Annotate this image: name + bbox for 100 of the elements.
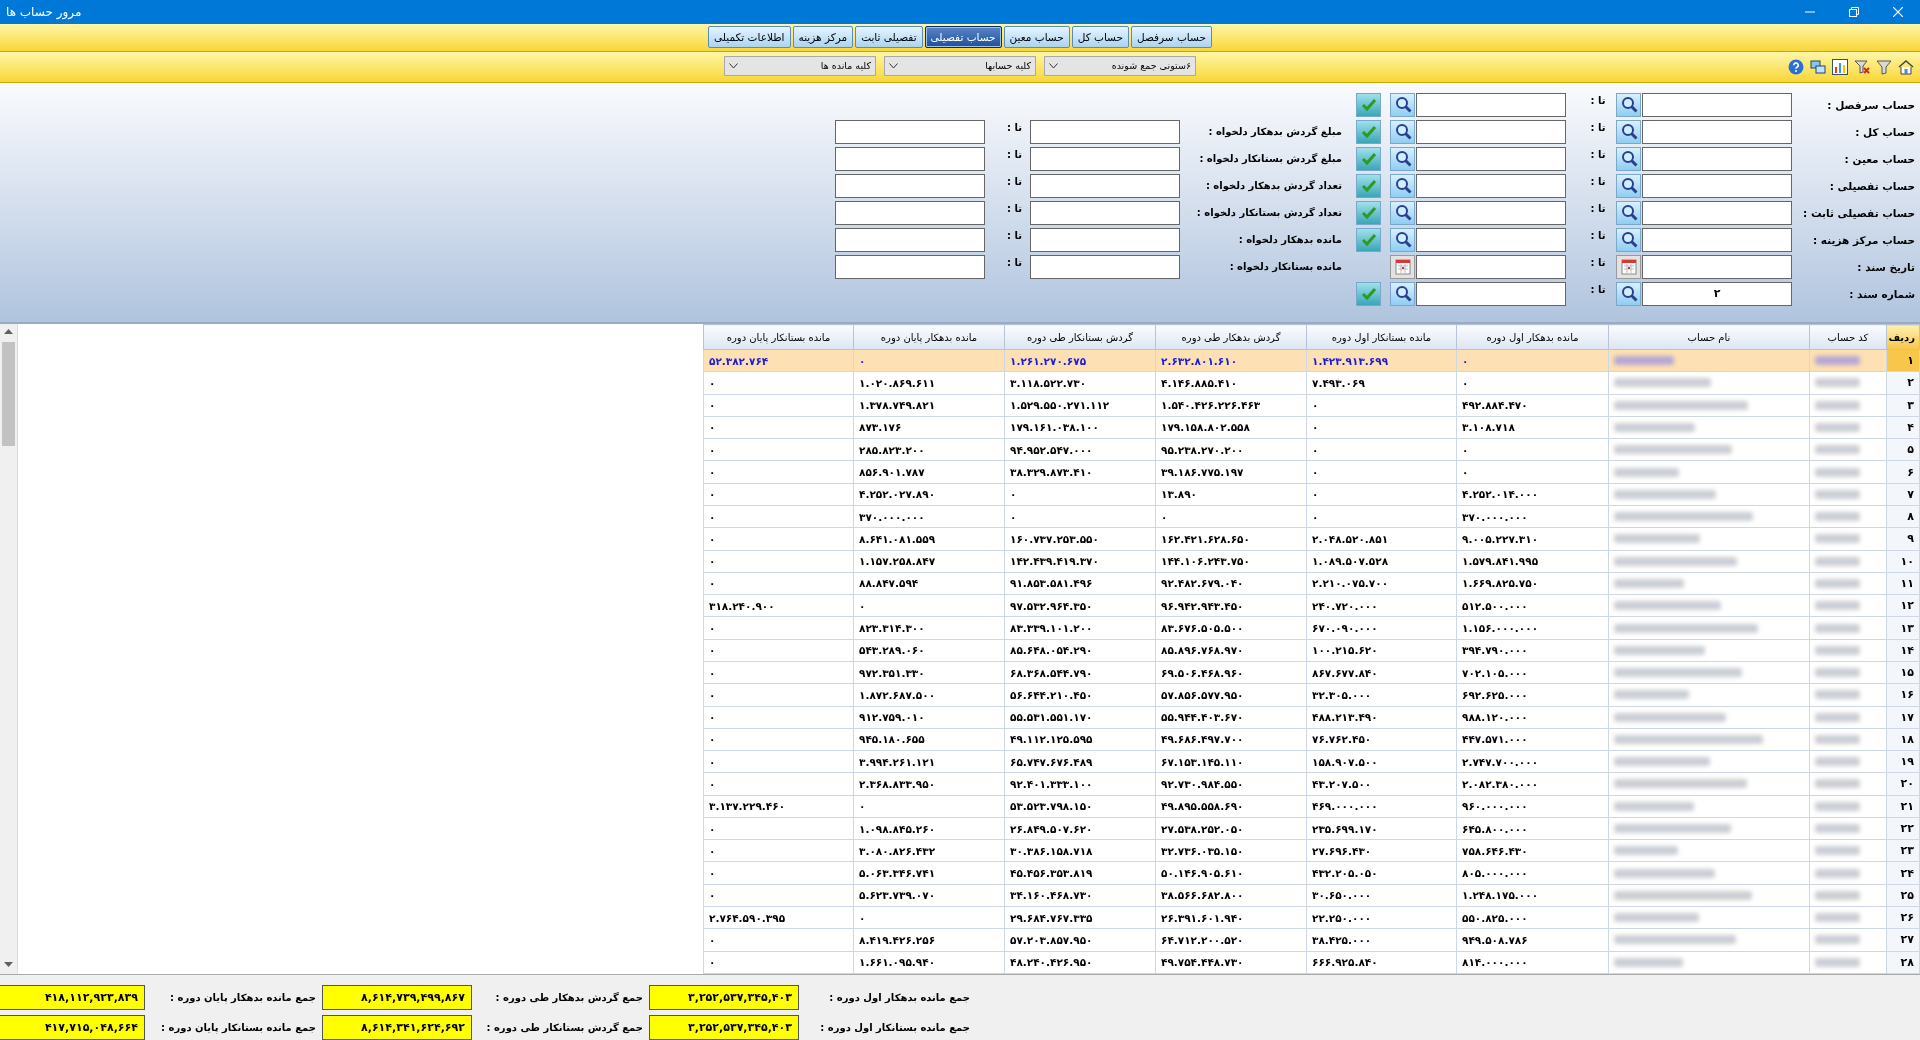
confirm-button[interactable] (1356, 92, 1381, 117)
input-field[interactable] (1642, 92, 1792, 117)
tab[interactable]: مرکز هزینه (792, 26, 854, 49)
confirm-button[interactable] (1356, 173, 1381, 198)
input-field[interactable] (1642, 146, 1792, 171)
row-number[interactable]: ۲۸ (1886, 951, 1920, 974)
input-field[interactable] (1416, 119, 1566, 144)
input-field[interactable] (1030, 200, 1180, 225)
row-number[interactable]: ۲۶ (1886, 906, 1920, 929)
row-number[interactable]: ۱۰ (1886, 550, 1920, 573)
confirm-button[interactable] (1356, 200, 1381, 225)
column-header[interactable]: گردش بستانکار طی دوره (1004, 324, 1156, 350)
dropdown[interactable]: کلیه حسابها (884, 55, 1036, 76)
input-field[interactable] (835, 146, 985, 171)
filter-icon[interactable] (1876, 58, 1892, 75)
home-icon[interactable] (1898, 58, 1914, 75)
row-number[interactable]: ۳ (1886, 394, 1920, 417)
filter-clear-icon[interactable] (1854, 58, 1870, 75)
input-field[interactable]: ۲ (1642, 281, 1792, 306)
input-field[interactable] (1416, 254, 1566, 279)
input-field[interactable] (1416, 200, 1566, 225)
input-field[interactable] (1642, 200, 1792, 225)
input-field[interactable] (1642, 173, 1792, 198)
confirm-button[interactable] (1356, 227, 1381, 252)
column-header[interactable]: نام حساب (1608, 324, 1810, 350)
input-field[interactable] (835, 200, 985, 225)
column-header[interactable]: مانده بدهکار پایان دوره (853, 324, 1005, 350)
row-number[interactable]: ۲۴ (1886, 861, 1920, 885)
column-header[interactable]: مانده بستانکار پایان دوره (703, 324, 854, 350)
row-number[interactable]: ۱۸ (1886, 728, 1920, 751)
input-field[interactable] (1416, 281, 1566, 306)
computers-icon[interactable] (1810, 58, 1826, 75)
row-number[interactable]: ۱۹ (1886, 750, 1920, 773)
input-field[interactable] (1416, 227, 1566, 252)
tab[interactable]: حساب کل (1071, 26, 1129, 49)
row-number[interactable]: ۲۵ (1886, 884, 1920, 907)
tab[interactable]: تفصیلی ثابت (855, 26, 923, 49)
column-header[interactable]: ردیف (1886, 324, 1920, 350)
input-field[interactable] (1030, 119, 1180, 144)
input-field[interactable] (1030, 227, 1180, 252)
search-button[interactable] (1616, 173, 1641, 198)
row-number[interactable]: ۲۷ (1886, 928, 1920, 952)
tab[interactable]: حساب معین (1003, 26, 1070, 49)
row-number[interactable]: ۲۳ (1886, 839, 1920, 862)
row-number[interactable]: ۲ (1886, 371, 1920, 395)
input-field[interactable] (1030, 146, 1180, 171)
input-field[interactable] (1416, 173, 1566, 198)
row-number[interactable]: ۷ (1886, 483, 1920, 506)
search-button[interactable] (1390, 146, 1415, 171)
search-button[interactable] (1616, 92, 1641, 117)
search-button[interactable] (1390, 119, 1415, 144)
dropdown[interactable]: ۶ستونی جمع شونده (1044, 55, 1196, 76)
search-button[interactable] (1616, 281, 1641, 306)
confirm-button[interactable] (1356, 119, 1381, 144)
row-number[interactable]: ۱۷ (1886, 706, 1920, 729)
column-header[interactable]: مانده بدهکار اول دوره (1456, 324, 1609, 350)
column-header[interactable]: مانده بستانکار اول دوره (1306, 324, 1457, 350)
row-number[interactable]: ۲۰ (1886, 772, 1920, 796)
input-field[interactable] (835, 254, 985, 279)
input-field[interactable] (1030, 254, 1180, 279)
calendar-button[interactable] (1616, 254, 1641, 279)
row-number[interactable]: ۱۱ (1886, 572, 1920, 595)
row-number[interactable]: ۶ (1886, 460, 1920, 484)
row-number[interactable]: ۱۴ (1886, 639, 1920, 662)
tab[interactable]: حساب تفصیلی (924, 26, 1002, 49)
search-button[interactable] (1390, 92, 1415, 117)
input-field[interactable] (835, 227, 985, 252)
row-number[interactable]: ۹ (1886, 527, 1920, 551)
input-field[interactable] (1642, 119, 1792, 144)
input-field[interactable] (1416, 92, 1566, 117)
dropdown[interactable]: کلیه مانده ها (724, 55, 876, 76)
row-number[interactable]: ۱۵ (1886, 661, 1920, 684)
chart-icon[interactable] (1832, 58, 1848, 75)
input-field[interactable] (835, 119, 985, 144)
row-number[interactable]: ۱۲ (1886, 594, 1920, 617)
row-number[interactable]: ۱۳ (1886, 616, 1920, 640)
input-field[interactable] (1642, 227, 1792, 252)
search-button[interactable] (1616, 227, 1641, 252)
row-number[interactable]: ۵ (1886, 438, 1920, 461)
row-number[interactable]: ۱ (1886, 349, 1920, 372)
search-button[interactable] (1390, 173, 1415, 198)
input-field[interactable] (1642, 254, 1792, 279)
tab[interactable]: حساب سرفصل (1130, 26, 1212, 49)
row-number[interactable]: ۲۲ (1886, 817, 1920, 840)
search-button[interactable] (1616, 119, 1641, 144)
search-button[interactable] (1616, 146, 1641, 171)
search-button[interactable] (1390, 281, 1415, 306)
tab[interactable]: اطلاعات تکمیلی (708, 26, 791, 49)
search-button[interactable] (1390, 200, 1415, 225)
row-number[interactable]: ۴ (1886, 416, 1920, 439)
search-button[interactable] (1390, 227, 1415, 252)
column-header[interactable]: کد حساب (1809, 324, 1887, 350)
input-field[interactable] (1030, 173, 1180, 198)
calendar-button[interactable] (1390, 254, 1415, 279)
help-icon[interactable] (1788, 58, 1804, 75)
row-number[interactable]: ۱۶ (1886, 683, 1920, 706)
input-field[interactable] (835, 173, 985, 198)
row-number[interactable]: ۲۱ (1886, 795, 1920, 818)
column-header[interactable]: گردش بدهکار طی دوره (1155, 324, 1307, 350)
search-button[interactable] (1616, 200, 1641, 225)
